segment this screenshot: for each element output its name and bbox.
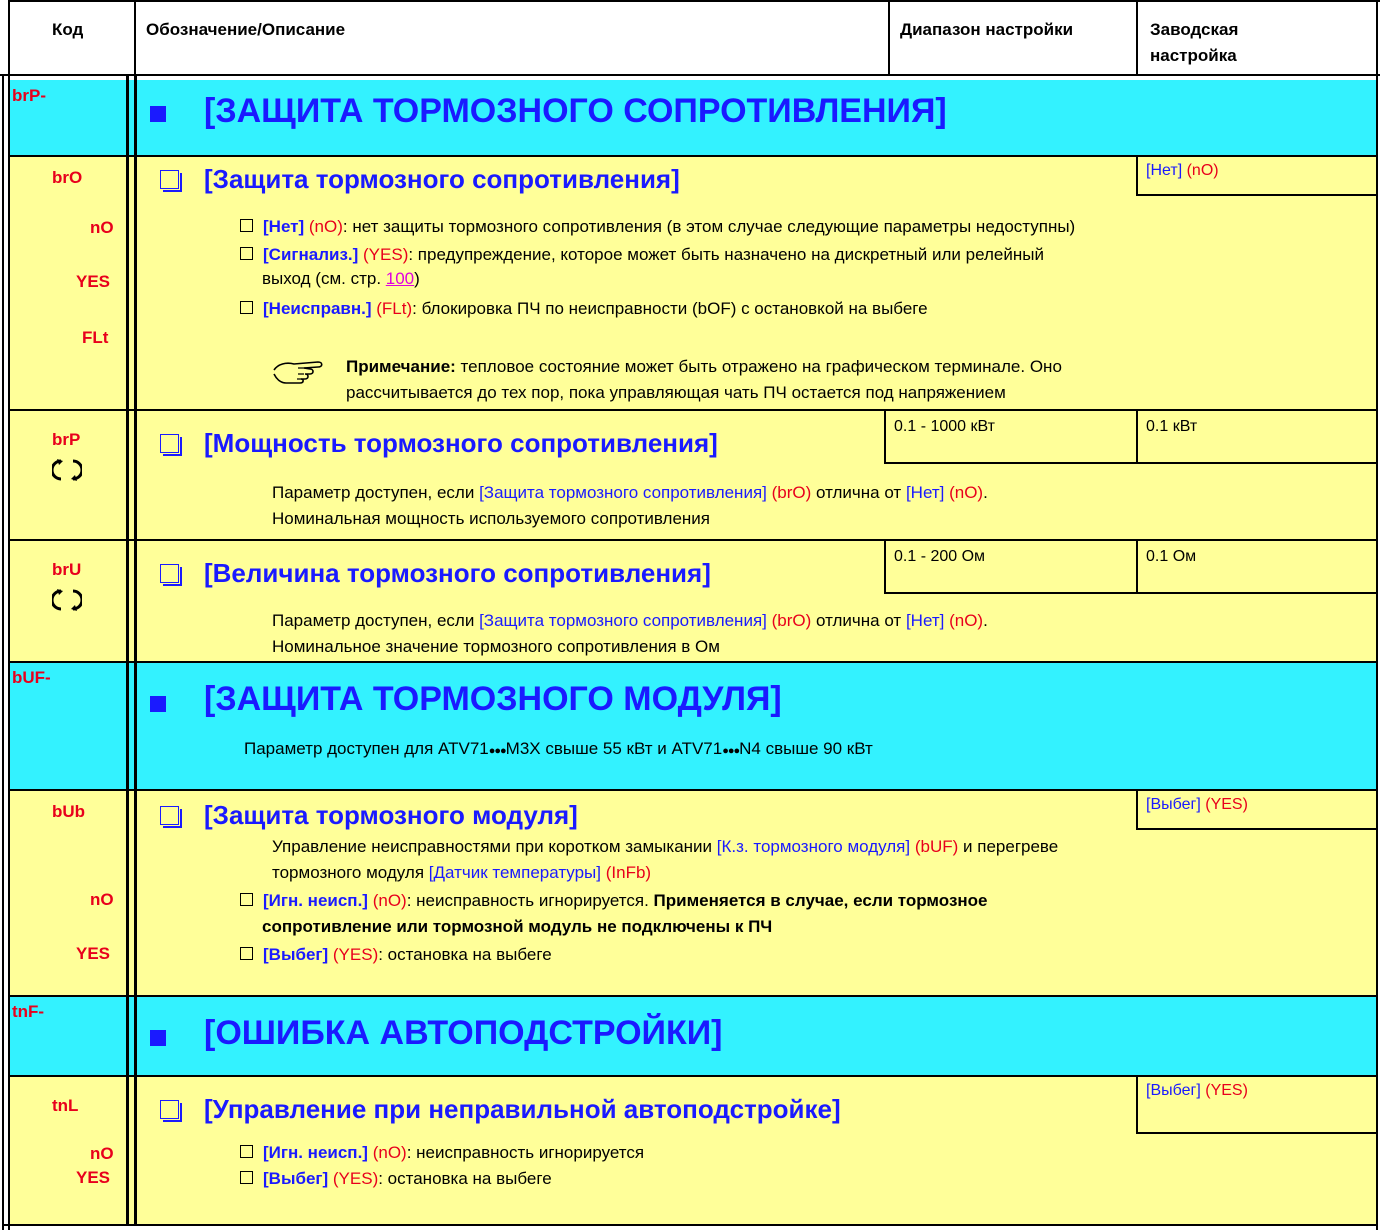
checkbox-icon	[160, 806, 182, 828]
option-box-icon	[240, 301, 253, 314]
option-box-icon	[240, 1171, 253, 1184]
availability-brp: Параметр доступен, если [Защита тормозно…	[272, 483, 988, 502]
section-code-buf: bUF-	[12, 668, 51, 687]
factory-value-tnl: [Выбег] (YES)	[1146, 1082, 1248, 1099]
option-no-cont: сопротивление или тормозной модуль не по…	[262, 917, 773, 936]
param-title-brp: [Мощность тормозного сопротивления]	[204, 428, 718, 458]
checkbox-icon	[160, 170, 182, 192]
section-title-tnf: [ОШИБКА АВТОПОДСТРОЙКИ]	[204, 1014, 723, 1052]
code-divider-1	[126, 76, 129, 1226]
range-value-brp: 0.1 - 1000 кВт	[894, 418, 995, 435]
factory-value-bub: [Выбег] (YES)	[1146, 796, 1248, 813]
param-title-bro: [Защита тормозного сопротивления]	[204, 164, 680, 194]
row-sep-6	[8, 995, 1378, 997]
section-title-buf: [ЗАЩИТА ТОРМОЗНОГО МОДУЛЯ]	[204, 680, 782, 718]
option-yes: [Выбег] (YES): остановка на выбеге	[240, 1168, 552, 1190]
rotation-icon	[52, 589, 82, 611]
option-code-yes: YES	[76, 1168, 111, 1187]
row-sep-4	[8, 661, 1378, 663]
param-title-bru: [Величина тормозного сопротивления]	[204, 558, 711, 588]
code-divider-2	[134, 76, 137, 1226]
table-header: Код Обозначение/Описание Диапазон настро…	[0, 0, 1380, 76]
factory-value-bro: [Нет] (nO)	[1146, 162, 1219, 179]
option-flt: [Неисправн.] (FLt): блокировка ПЧ по неи…	[240, 298, 928, 320]
description-brp: Номинальная мощность используемого сопро…	[272, 509, 710, 528]
option-code-yes: YES	[76, 272, 111, 291]
checkbox-icon	[160, 1100, 182, 1122]
header-bottom-line	[0, 74, 1380, 76]
bub-text-line-2: тормозного модуля [Датчик температуры] (…	[272, 863, 652, 882]
option-no: [Игн. неисп.] (nO): неисправность игнори…	[240, 890, 988, 912]
checkbox-icon	[160, 434, 182, 456]
border-left-outer	[2, 74, 4, 1230]
checkbox-icon	[160, 564, 182, 586]
param-code-tnl: tnL	[52, 1096, 79, 1115]
option-box-icon	[240, 247, 253, 260]
option-box-icon	[240, 219, 253, 232]
rotation-icon	[52, 459, 82, 481]
section-square-icon	[150, 696, 166, 712]
border-bottom	[2, 1224, 1378, 1226]
option-box-icon	[240, 947, 253, 960]
option-no: [Нет] (nO): нет защиты тормозного сопрот…	[240, 216, 1075, 238]
border-left	[8, 0, 10, 1230]
option-code-yes: YES	[76, 944, 111, 963]
option-code-no: nO	[90, 890, 114, 909]
section-square-icon	[150, 106, 166, 122]
option-box-icon	[240, 893, 253, 906]
header-description: Обозначение/Описание	[146, 20, 346, 39]
param-title-tnl: [Управление при неправильной автоподстро…	[204, 1094, 841, 1124]
header-code: Код	[52, 20, 84, 39]
pointing-hand-icon	[273, 361, 323, 384]
header-divider-3	[1136, 0, 1138, 76]
page-link[interactable]: 100	[386, 269, 414, 288]
bub-text-line-1: Управление неисправностями при коротком …	[272, 837, 1059, 856]
section-code-tnf: tnF-	[12, 1002, 45, 1021]
option-no: [Игн. неисп.] (nO): неисправность игнори…	[240, 1142, 644, 1164]
header-divider-1	[134, 0, 136, 76]
note-line-2: рассчитывается до тех пор, пока управляю…	[346, 383, 1006, 402]
option-box-icon	[240, 1145, 253, 1158]
description-bru: Номинальное значение тормозного сопротив…	[272, 637, 720, 656]
section-note-buf: Параметр доступен для ATV71●●●M3X свыше …	[244, 739, 873, 758]
param-code-bro: brO	[52, 168, 83, 187]
header-divider-2	[888, 0, 890, 76]
option-yes-cont: выход (см. стр. 100)	[262, 269, 420, 288]
param-code-bub: bUb	[52, 802, 86, 821]
option-code-no: nO	[90, 218, 114, 237]
header-factory-line1: Заводская	[1150, 20, 1239, 39]
header-factory-line2: настройка	[1150, 46, 1237, 65]
factory-value-brp: 0.1 кВт	[1146, 418, 1198, 435]
header-range: Диапазон настройки	[900, 20, 1074, 39]
border-right	[1376, 0, 1378, 1230]
option-code-flt: FLt	[82, 328, 109, 347]
option-yes: [Сигнализ.] (YES): предупреждение, котор…	[240, 244, 1044, 266]
param-title-bub: [Защита тормозного модуля]	[204, 800, 578, 830]
factory-value-bru: 0.1 Ом	[1146, 548, 1197, 565]
range-value-bru: 0.1 - 200 Ом	[894, 548, 986, 565]
section-title-brp: [ЗАЩИТА ТОРМОЗНОГО СОПРОТИВЛЕНИЯ]	[204, 92, 947, 130]
param-code-bru: brU	[52, 560, 82, 579]
section-code-brp: brP-	[12, 86, 46, 105]
border-top	[8, 0, 1380, 2]
note-line-1: Примечание: тепловое состояние может быт…	[346, 357, 1062, 376]
section-square-icon	[150, 1030, 166, 1046]
param-code-brp: brP	[52, 430, 81, 449]
option-yes: [Выбег] (YES): остановка на выбеге	[240, 944, 552, 966]
option-code-no: nO	[90, 1144, 114, 1163]
availability-bru: Параметр доступен, если [Защита тормозно…	[272, 611, 988, 630]
